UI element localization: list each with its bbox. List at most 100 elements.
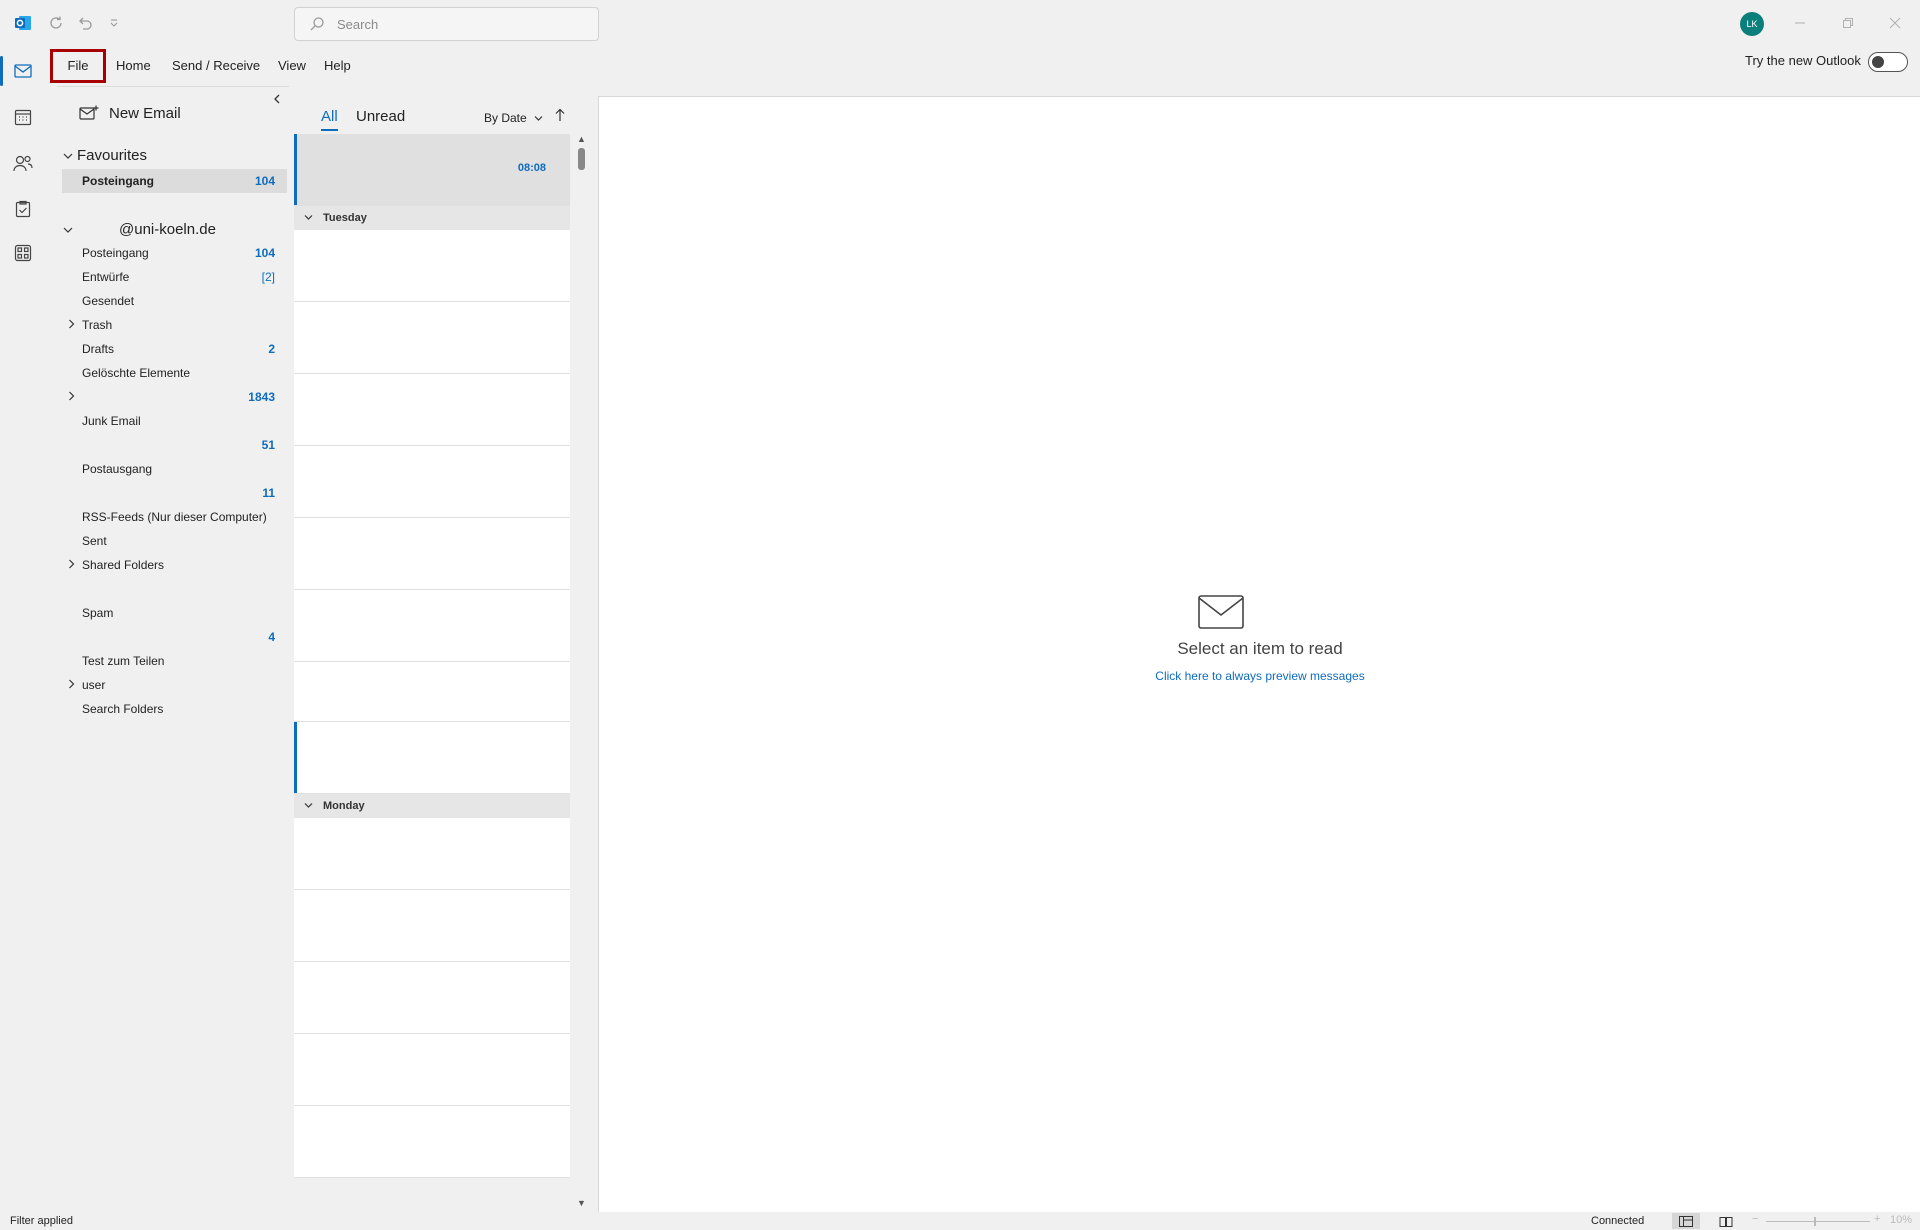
scroll-up-icon[interactable]: ▲ bbox=[577, 134, 586, 144]
menu-view[interactable]: View bbox=[270, 52, 314, 80]
group-header-monday[interactable]: Monday bbox=[294, 794, 570, 818]
chevron-right-icon[interactable] bbox=[68, 391, 78, 404]
chevron-down-icon bbox=[304, 213, 313, 224]
folder-postausgang[interactable]: Postausgang bbox=[62, 457, 287, 481]
folder-label: Gelöschte Elemente bbox=[82, 366, 191, 380]
folder-unnamed-blank[interactable] bbox=[62, 577, 287, 601]
outlook-logo-icon bbox=[12, 12, 34, 34]
list-item[interactable] bbox=[294, 590, 570, 662]
tasks-icon[interactable] bbox=[0, 188, 46, 230]
menu-send-receive[interactable]: Send / Receive bbox=[164, 52, 268, 80]
unread-count: 11 bbox=[262, 486, 275, 500]
folder-spam[interactable]: Spam bbox=[62, 601, 287, 625]
zoom-knob[interactable] bbox=[1814, 1217, 1816, 1226]
avatar[interactable]: LK bbox=[1740, 12, 1764, 36]
collapse-folder-pane-icon[interactable] bbox=[273, 93, 281, 107]
calendar-icon[interactable] bbox=[0, 96, 46, 138]
list-item[interactable] bbox=[294, 302, 570, 374]
menu-file[interactable]: File bbox=[50, 49, 106, 83]
folder-unnamed-11[interactable]: 11 bbox=[62, 481, 287, 505]
list-item[interactable] bbox=[294, 662, 570, 722]
reading-pane: Select an item to read Click here to alw… bbox=[598, 96, 1920, 1212]
sort-by-label: By Date bbox=[484, 111, 527, 125]
folder-test-zum-teilen[interactable]: Test zum Teilen bbox=[62, 649, 287, 673]
folder-junk-email[interactable]: Junk Email bbox=[62, 409, 287, 433]
menu-home[interactable]: Home bbox=[108, 52, 159, 80]
folder-label: RSS-Feeds (Nur dieser Computer) bbox=[82, 510, 267, 524]
folder-rss-feeds[interactable]: RSS-Feeds (Nur dieser Computer) bbox=[62, 505, 287, 529]
zoom-slider[interactable]: − + 10% bbox=[1752, 1213, 1912, 1228]
menu-help[interactable]: Help bbox=[316, 52, 359, 80]
scroll-down-icon[interactable]: ▼ bbox=[577, 1198, 586, 1208]
folder-gesendet[interactable]: Gesendet bbox=[62, 289, 287, 313]
folder-entwuerfe[interactable]: Entwürfe [2] bbox=[62, 265, 287, 289]
folder-unnamed-1843[interactable]: 1843 bbox=[62, 385, 287, 409]
folder-posteingang[interactable]: Posteingang 104 bbox=[62, 241, 287, 265]
minimize-icon[interactable] bbox=[1789, 12, 1811, 34]
list-item[interactable] bbox=[294, 230, 570, 302]
new-email-label: New Email bbox=[109, 104, 181, 122]
list-item[interactable] bbox=[294, 722, 570, 794]
sort-by-dropdown[interactable]: By Date bbox=[484, 111, 543, 125]
folder-trash[interactable]: Trash bbox=[62, 313, 287, 337]
group-header-tuesday[interactable]: Tuesday bbox=[294, 206, 570, 230]
list-item[interactable] bbox=[294, 890, 570, 962]
folder-unnamed-4[interactable]: 4 bbox=[62, 625, 287, 649]
chevron-right-icon[interactable] bbox=[68, 319, 78, 332]
new-email-icon bbox=[79, 105, 99, 120]
list-item[interactable] bbox=[294, 374, 570, 446]
quick-access-dropdown-icon[interactable] bbox=[103, 12, 125, 34]
list-item[interactable] bbox=[294, 518, 570, 590]
sort-direction-icon[interactable] bbox=[555, 108, 565, 125]
zoom-in-icon[interactable]: + bbox=[1874, 1213, 1880, 1225]
favourites-label: Favourites bbox=[77, 146, 148, 164]
group-label: Tuesday bbox=[323, 212, 367, 224]
list-item[interactable] bbox=[294, 446, 570, 518]
list-item[interactable] bbox=[294, 1106, 570, 1178]
filter-status: Filter applied bbox=[10, 1215, 73, 1227]
chevron-right-icon[interactable] bbox=[68, 559, 78, 572]
list-item[interactable] bbox=[294, 818, 570, 890]
envelope-icon bbox=[1198, 595, 1244, 632]
account-header[interactable]: @uni-koeln.de bbox=[62, 217, 216, 241]
list-item[interactable] bbox=[294, 962, 570, 1034]
favourites-header[interactable]: Favourites bbox=[62, 143, 147, 167]
new-email-button[interactable]: New Email bbox=[79, 101, 181, 125]
tab-all[interactable]: All bbox=[321, 108, 338, 131]
zoom-track[interactable] bbox=[1766, 1221, 1870, 1222]
unread-count: 2 bbox=[268, 342, 275, 356]
folder-sent[interactable]: Sent bbox=[62, 529, 287, 553]
list-item[interactable]: 08:08 bbox=[294, 134, 570, 206]
folder-user[interactable]: user bbox=[62, 673, 287, 697]
folder-unnamed-51[interactable]: 51 bbox=[62, 433, 287, 457]
close-icon[interactable] bbox=[1884, 12, 1906, 34]
sync-icon[interactable] bbox=[45, 12, 67, 34]
always-preview-link[interactable]: Click here to always preview messages bbox=[599, 669, 1920, 683]
folder-geloeschte-elemente[interactable]: Gelöschte Elemente bbox=[62, 361, 287, 385]
undo-icon[interactable] bbox=[74, 12, 96, 34]
try-new-outlook-toggle[interactable] bbox=[1868, 52, 1908, 72]
try-new-outlook-label: Try the new Outlook bbox=[1745, 53, 1861, 68]
unread-count: 4 bbox=[268, 630, 275, 644]
mail-icon[interactable] bbox=[0, 50, 46, 92]
message-list-scrollbar[interactable]: ▲ ▼ bbox=[576, 134, 586, 1208]
zoom-out-icon[interactable]: − bbox=[1752, 1213, 1758, 1225]
chevron-right-icon[interactable] bbox=[68, 679, 78, 692]
restore-icon[interactable] bbox=[1837, 12, 1859, 34]
folder-label: Sent bbox=[82, 534, 107, 548]
folder-label: Gesendet bbox=[82, 294, 135, 308]
normal-view-icon[interactable] bbox=[1672, 1213, 1700, 1229]
folder-drafts[interactable]: Drafts 2 bbox=[62, 337, 287, 361]
folder-search-folders[interactable]: Search Folders bbox=[62, 697, 287, 721]
favourite-posteingang[interactable]: Posteingang 104 bbox=[62, 169, 287, 193]
apps-icon[interactable] bbox=[0, 232, 46, 274]
folder-pane: New Email Favourites Posteingang 104 @un… bbox=[57, 86, 289, 1212]
group-label: Monday bbox=[323, 800, 365, 812]
reading-view-icon[interactable] bbox=[1712, 1213, 1740, 1229]
search-input[interactable]: Search bbox=[294, 7, 599, 41]
list-item[interactable] bbox=[294, 1034, 570, 1106]
folder-shared-folders[interactable]: Shared Folders bbox=[62, 553, 287, 577]
people-icon[interactable] bbox=[0, 142, 46, 184]
scroll-thumb[interactable] bbox=[578, 148, 585, 170]
tab-unread[interactable]: Unread bbox=[356, 108, 405, 125]
